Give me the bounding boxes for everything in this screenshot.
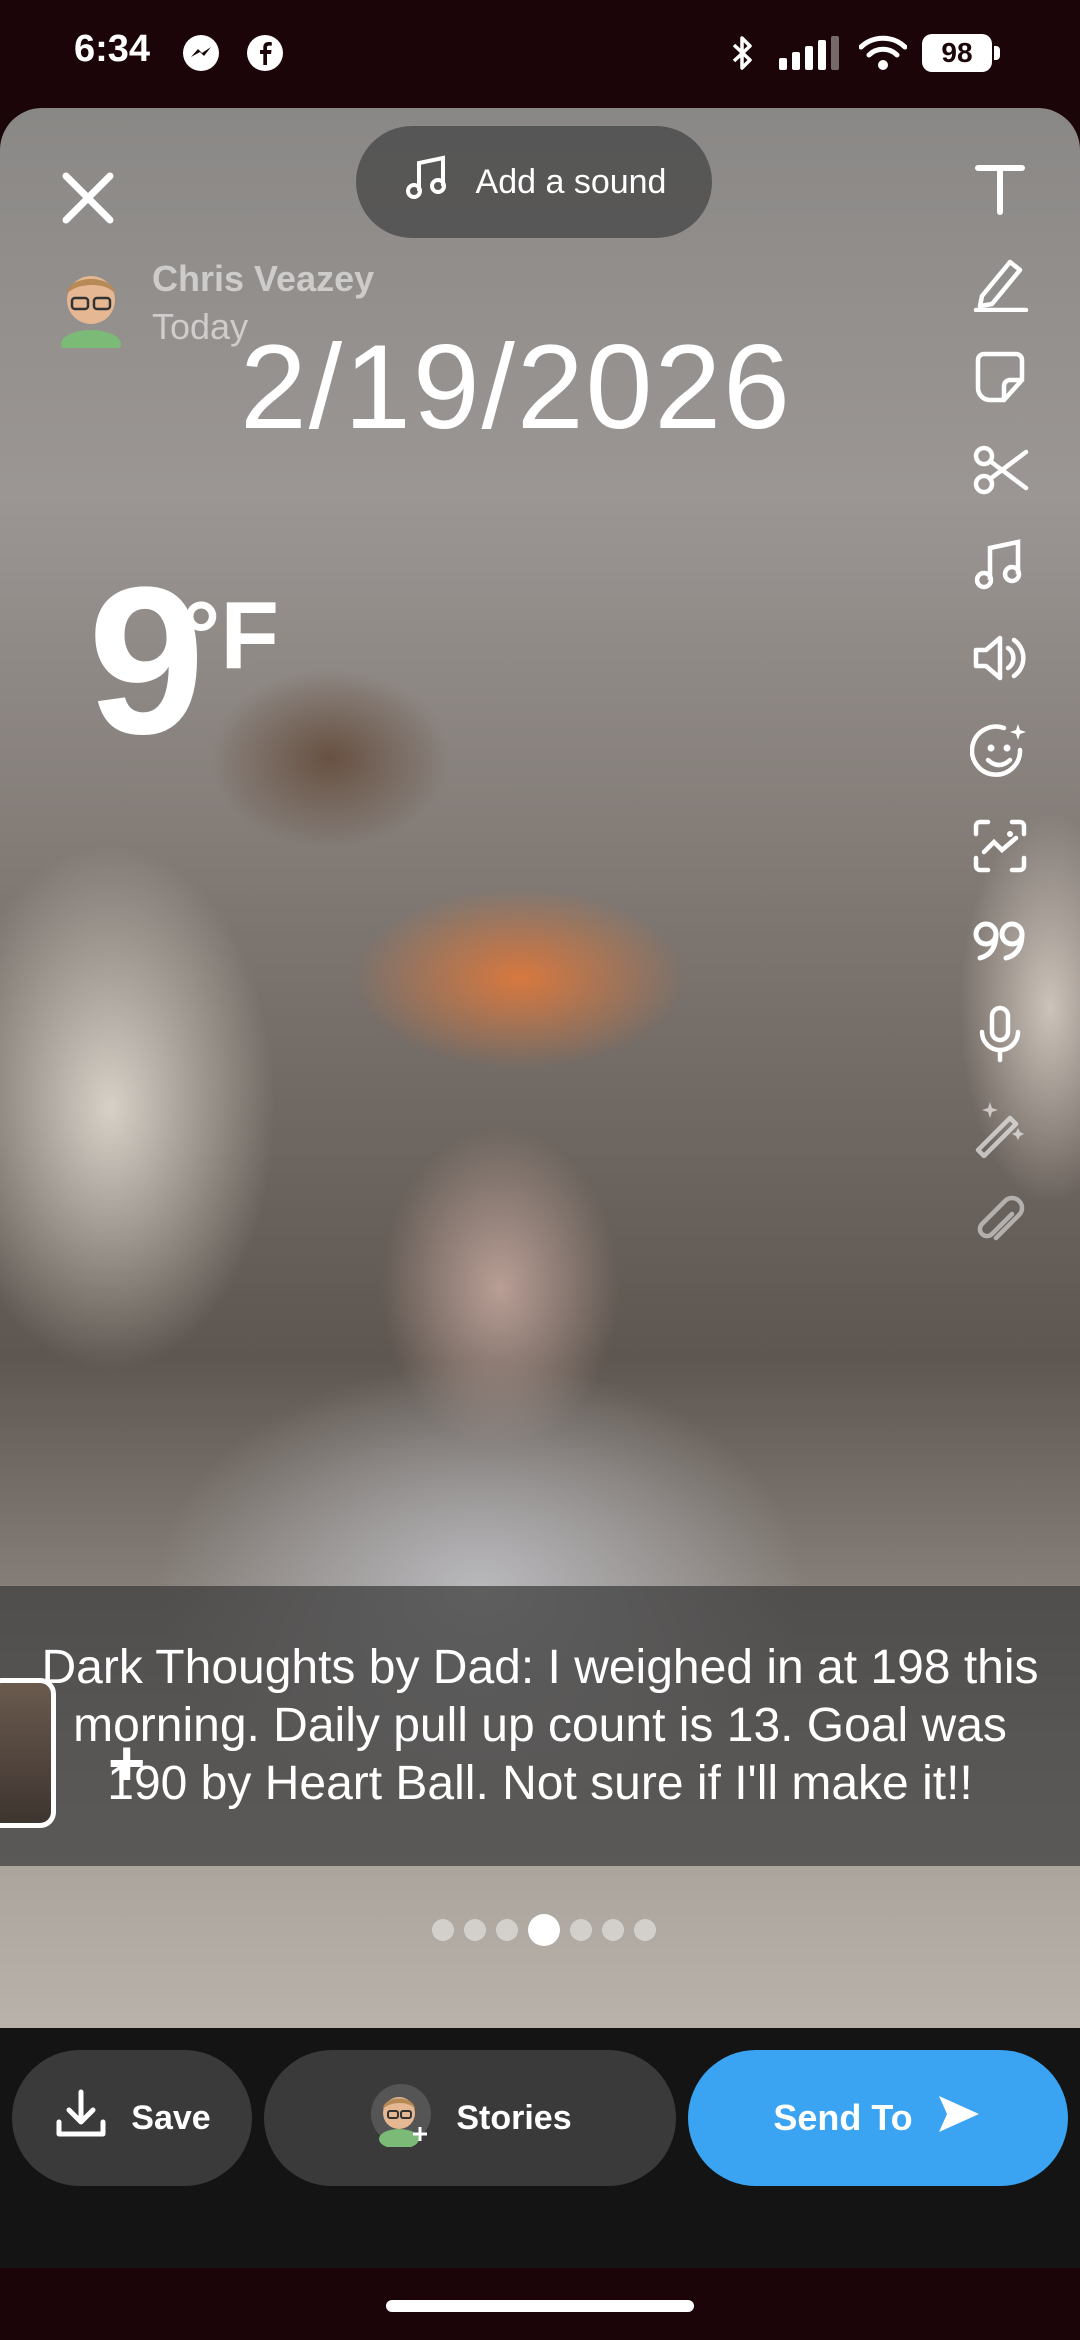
battery-tip xyxy=(994,46,1000,60)
add-sound-button[interactable]: Add a sound xyxy=(356,126,712,238)
caption-band[interactable]: Dark Thoughts by Dad: I weighed in at 19… xyxy=(0,1586,1080,1866)
poster-time: Today xyxy=(152,306,249,347)
page-dot xyxy=(570,1919,592,1941)
page-dot xyxy=(602,1919,624,1941)
bluetooth-icon xyxy=(728,32,758,74)
music-icon xyxy=(974,539,1022,590)
caption-text: Dark Thoughts by Dad: I weighed in at 19… xyxy=(41,1641,1039,1810)
stories-button[interactable]: Stories xyxy=(264,2050,676,2186)
lens-tool-button[interactable] xyxy=(960,712,1040,792)
battery-indicator: 98 xyxy=(922,34,992,72)
messenger-icon xyxy=(180,32,222,74)
status-bar: 6:34 98 xyxy=(0,0,1080,108)
story-avatar-icon xyxy=(368,2081,434,2156)
music-note-icon xyxy=(402,153,452,212)
page-dot xyxy=(634,1919,656,1941)
scan-tool-button[interactable] xyxy=(960,806,1040,886)
close-icon xyxy=(62,172,114,224)
send-to-button[interactable]: Send To xyxy=(688,2050,1068,2186)
date-sticker[interactable]: 2/19/2026 xyxy=(240,318,792,456)
poster-name: Chris Veazey xyxy=(152,258,375,299)
add-sound-label: Add a sound xyxy=(475,162,667,201)
smiley-sparkle-icon xyxy=(970,724,1026,777)
voice-tool-button[interactable] xyxy=(960,994,1040,1074)
text-tool-button[interactable] xyxy=(960,148,1040,228)
pencil-icon xyxy=(973,259,1029,312)
add-icon[interactable]: + xyxy=(108,1726,145,1800)
snap-preview[interactable]: Add a sound Chris Veazey Today 2/19/2026… xyxy=(0,108,1080,2028)
paperclip-icon xyxy=(977,1195,1025,1241)
quote-tool-button[interactable] xyxy=(960,900,1040,980)
text-icon xyxy=(975,165,1025,215)
save-label: Save xyxy=(131,2098,211,2137)
home-indicator[interactable] xyxy=(386,2300,694,2312)
music-tool-button[interactable] xyxy=(960,524,1040,604)
send-to-label: Send To xyxy=(773,2097,913,2138)
wifi-icon xyxy=(858,32,908,74)
attachment-tool-button[interactable] xyxy=(960,1182,1040,1262)
page-dot xyxy=(464,1919,486,1941)
bottom-action-bar: Save Stories Send To xyxy=(0,2028,1080,2268)
speaker-icon xyxy=(973,635,1026,681)
stories-label: Stories xyxy=(456,2098,572,2137)
save-button[interactable]: Save xyxy=(12,2050,252,2186)
signal-icon xyxy=(776,32,840,74)
microphone-icon xyxy=(979,1005,1021,1063)
quote-icon xyxy=(973,921,1025,961)
sticker-icon xyxy=(975,351,1025,403)
snap-thumbnail[interactable] xyxy=(0,1678,56,1828)
scan-icon xyxy=(973,819,1027,873)
scissors-tool-button[interactable] xyxy=(960,430,1040,510)
scissors-icon xyxy=(973,445,1029,495)
avatar xyxy=(56,258,126,358)
send-arrow-icon xyxy=(935,2092,983,2145)
page-indicator xyxy=(432,1914,656,1946)
magic-wand-icon xyxy=(975,1102,1024,1158)
download-icon xyxy=(53,2086,109,2151)
draw-tool-button[interactable] xyxy=(960,242,1040,322)
close-button[interactable] xyxy=(58,168,118,228)
magic-tool-button[interactable] xyxy=(960,1088,1040,1168)
sticker-tool-button[interactable] xyxy=(960,336,1040,416)
page-dot-active xyxy=(528,1914,560,1946)
volume-tool-button[interactable] xyxy=(960,618,1040,698)
page-dot xyxy=(432,1919,454,1941)
status-time: 6:34 xyxy=(74,28,151,70)
temperature-unit: °F xyxy=(182,582,280,689)
page-dot xyxy=(496,1919,518,1941)
facebook-icon xyxy=(244,32,286,74)
